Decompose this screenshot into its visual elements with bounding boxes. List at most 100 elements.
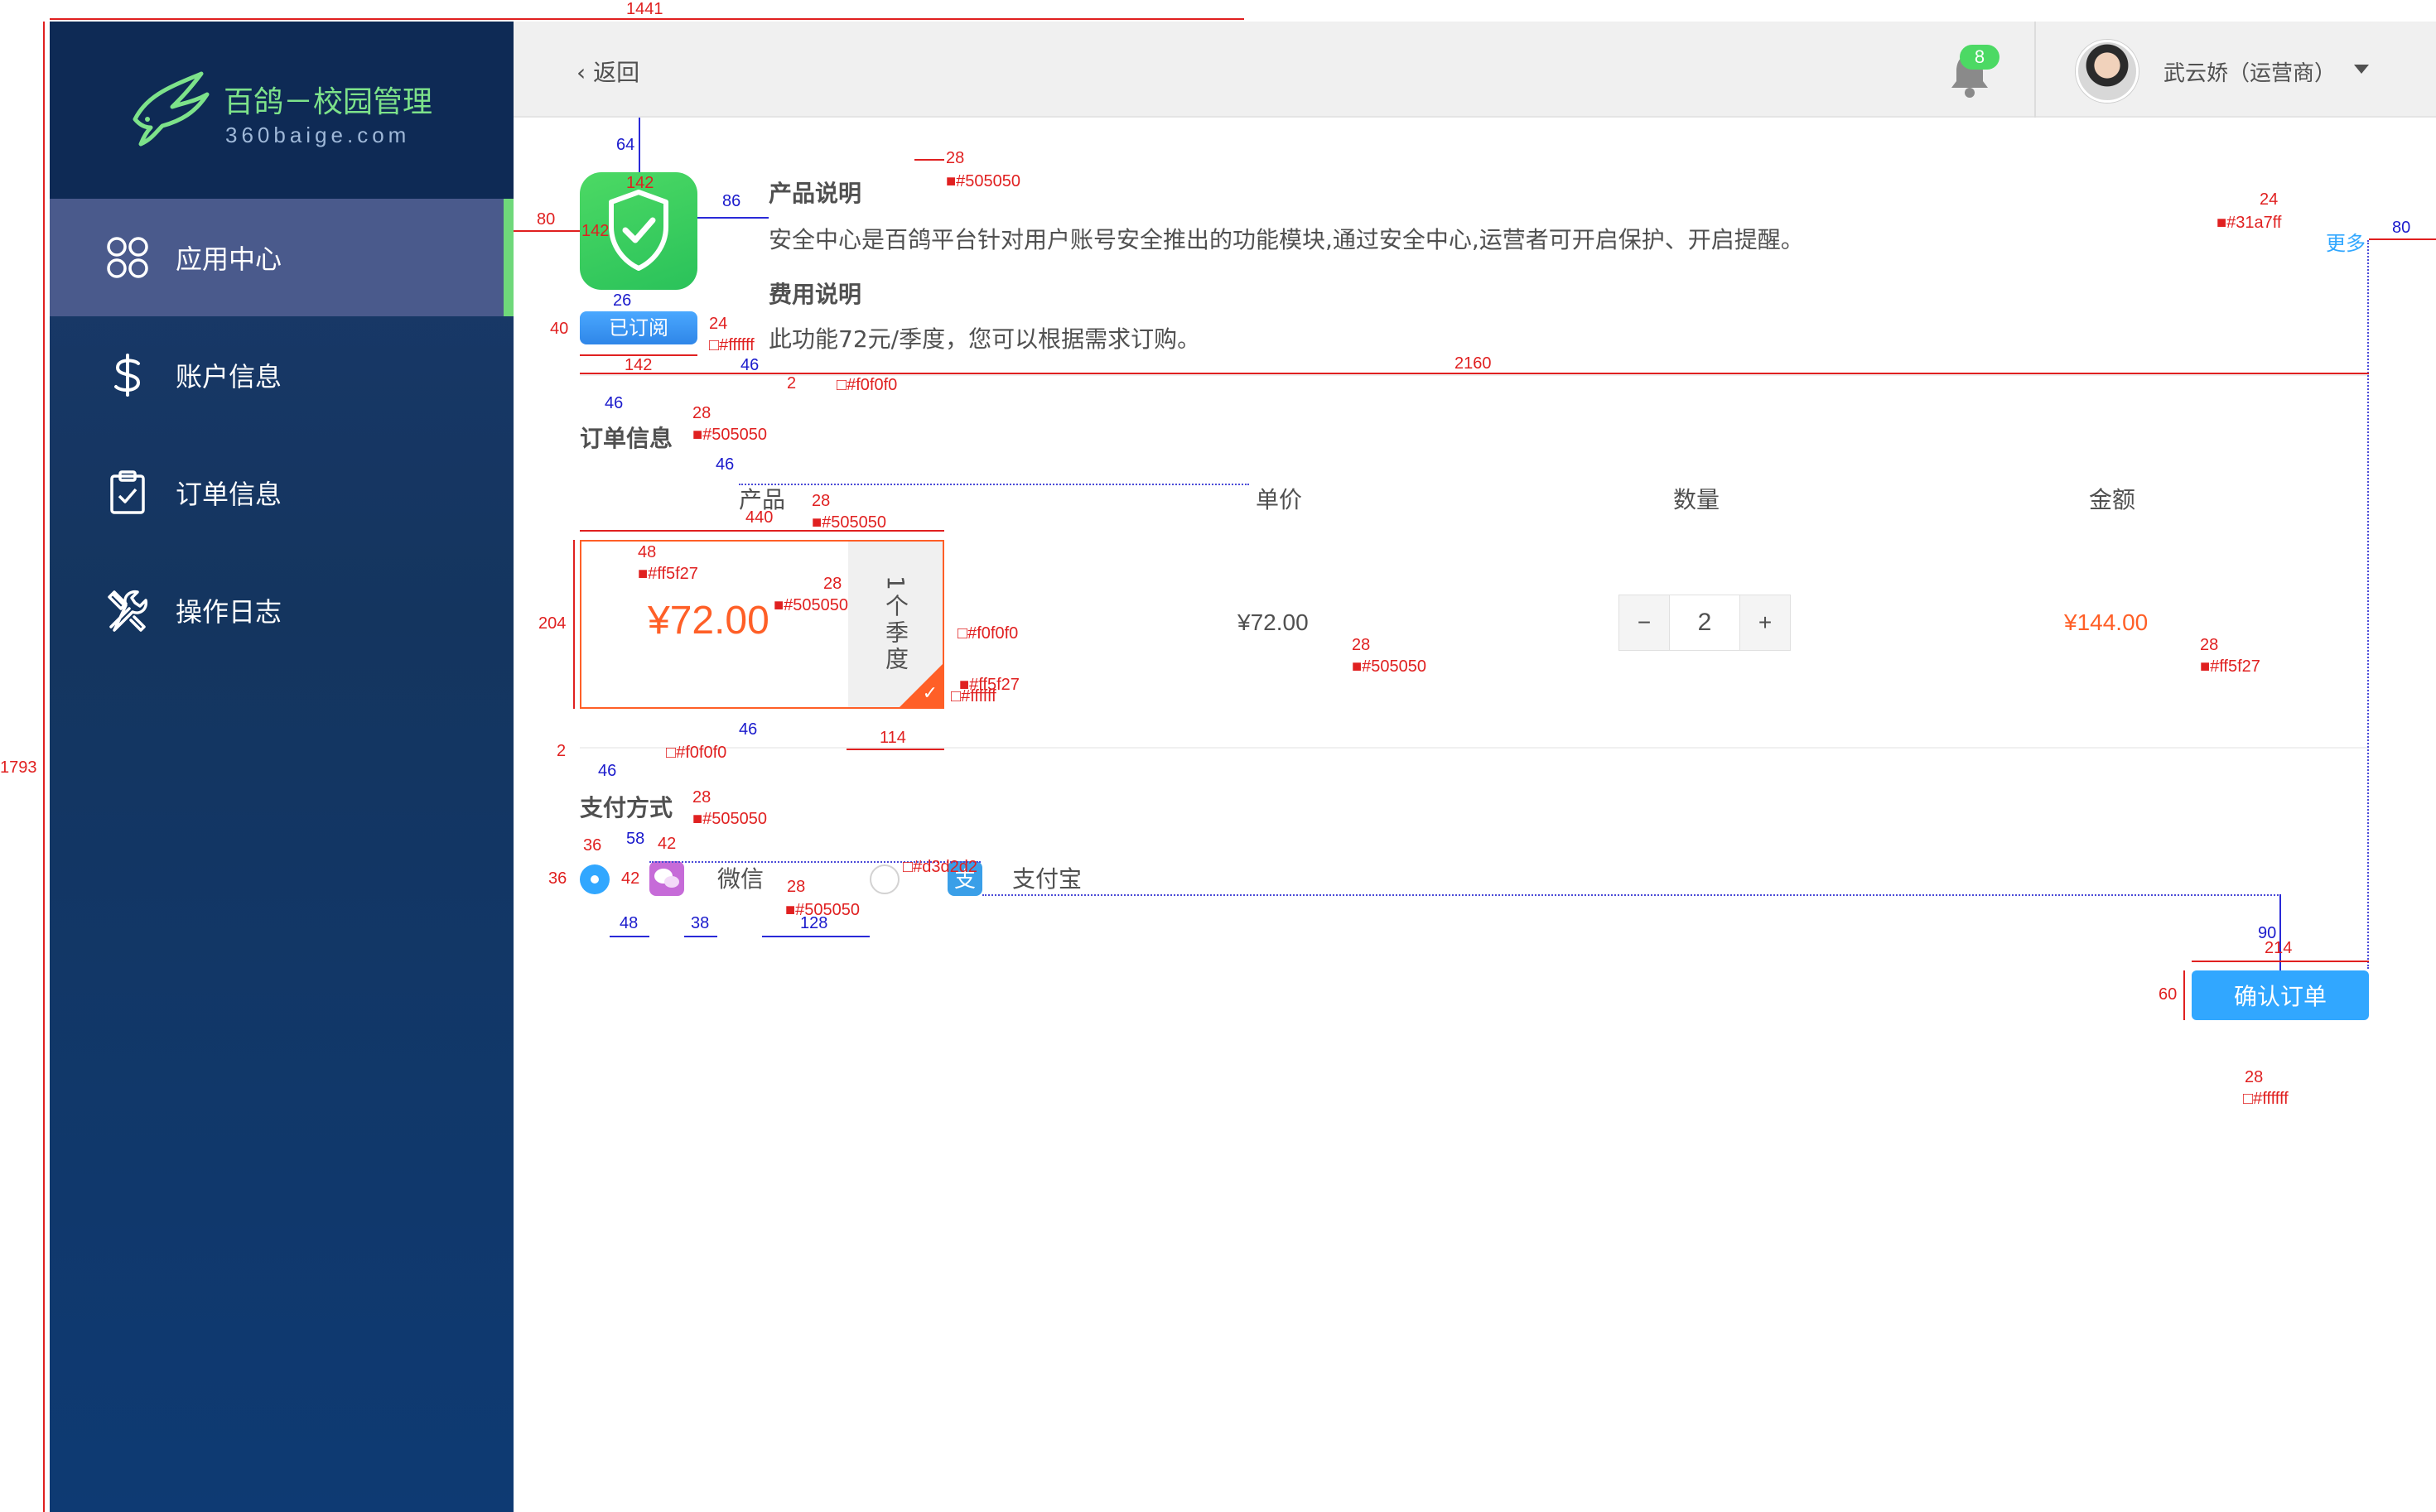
ann-col-size: 28 bbox=[812, 492, 831, 510]
fee-text: 此功能72元/季度，您可以根据需求订购。 bbox=[769, 325, 1201, 353]
ann-card-gap: 46 bbox=[739, 720, 758, 739]
ann-more-right: 80 bbox=[2392, 219, 2411, 237]
ann-more-color: ■#31a7ff bbox=[2217, 214, 2282, 232]
ann-order-title-color: ■#505050 bbox=[692, 426, 767, 444]
order-section-title: 订单信息 bbox=[580, 425, 673, 452]
pay-label-alipay[interactable]: 支付宝 bbox=[1012, 861, 1082, 894]
ann-amount-size: 28 bbox=[2200, 636, 2219, 654]
product-option-card[interactable]: ¥72.00 1个季度 ✓ bbox=[580, 540, 944, 709]
ann-sep2-height: 2 bbox=[557, 742, 567, 760]
more-link[interactable]: 更多 bbox=[2326, 227, 2366, 256]
ann-btn-font: 24 bbox=[709, 315, 728, 333]
ann-period-size: 28 bbox=[823, 575, 842, 593]
ann-icon-gap: 86 bbox=[722, 192, 741, 210]
ann-sep-width: 2160 bbox=[1454, 354, 1492, 373]
subscribed-button[interactable]: 已订阅 bbox=[580, 311, 697, 344]
line-period-width bbox=[847, 749, 944, 750]
ann-pay-title-color: ■#505050 bbox=[692, 810, 767, 828]
app-grid-icon bbox=[103, 233, 152, 282]
line-confirm-width bbox=[2192, 961, 2369, 962]
avatar[interactable] bbox=[2076, 40, 2139, 103]
ann-price-color: ■#ff5f27 bbox=[638, 565, 698, 583]
ann-col-gap: 46 bbox=[716, 455, 735, 474]
sidebar-item-label: 账户信息 bbox=[176, 361, 282, 392]
ann-order-gap: 46 bbox=[605, 394, 624, 412]
logo-title: 百鸽－校园管理 bbox=[224, 85, 433, 119]
ann-confirm-width: 214 bbox=[2265, 939, 2293, 957]
back-label: 返回 bbox=[593, 59, 640, 86]
header-divider bbox=[2034, 22, 2036, 118]
col-quantity: 数量 bbox=[1673, 486, 1720, 513]
ann-radio-size-v: 36 bbox=[548, 869, 567, 888]
chevron-down-icon[interactable] bbox=[2354, 65, 2369, 74]
ann-amount-color: ■#ff5f27 bbox=[2200, 657, 2260, 676]
ann-wechat-icon-size: 42 bbox=[658, 835, 677, 853]
line-confirm-gap bbox=[2279, 894, 2281, 970]
ann-label-width: 128 bbox=[800, 914, 828, 932]
line-card-height bbox=[573, 540, 575, 709]
plus-button[interactable]: + bbox=[1740, 595, 1790, 650]
tools-icon bbox=[103, 585, 152, 635]
line-icon-left bbox=[514, 230, 580, 232]
ann-title-size: 28 bbox=[946, 149, 965, 167]
more-label: 更多 bbox=[2326, 232, 2366, 255]
ann-confirm-font: 28 bbox=[2245, 1068, 2264, 1086]
line-more-right bbox=[2369, 238, 2436, 240]
ann-pay-gap: 46 bbox=[598, 762, 617, 780]
ann-card-width: 440 bbox=[745, 508, 774, 527]
ann-total-height: 1793 bbox=[0, 758, 37, 777]
confirm-order-button[interactable]: 确认订单 bbox=[2192, 970, 2369, 1020]
back-button[interactable]: ‹ 返回 bbox=[576, 55, 639, 88]
ann-icon-size: 142 bbox=[626, 174, 654, 192]
sidebar-item-account[interactable]: 账户信息 bbox=[50, 316, 514, 434]
line-card-width bbox=[580, 530, 944, 532]
ann-period-color: ■#505050 bbox=[774, 596, 848, 614]
ann-corner-tick: □#ffffff bbox=[951, 687, 996, 705]
radio-wechat[interactable] bbox=[580, 864, 610, 894]
sidebar-item-label: 操作日志 bbox=[176, 596, 282, 628]
line-gap48 bbox=[610, 936, 649, 937]
clipboard-check-icon bbox=[103, 468, 152, 518]
logo-bird-icon bbox=[133, 71, 210, 147]
sidebar: 百鸽－校园管理 360baige.com 应用中心 账户信息 订单信息 操作日志 bbox=[50, 22, 514, 1512]
col-amount: 金额 bbox=[2089, 486, 2136, 513]
line-gap38 bbox=[684, 936, 717, 937]
notification-badge: 8 bbox=[1960, 45, 1999, 70]
logo-subtitle: 360baige.com bbox=[225, 123, 411, 147]
sidebar-item-orders[interactable]: 订单信息 bbox=[50, 434, 514, 551]
ann-card-border: □#f0f0f0 bbox=[958, 624, 1019, 643]
ann-pay-title-size: 28 bbox=[692, 788, 712, 807]
ann-btn-color: □#ffffff bbox=[709, 336, 755, 354]
line-label-width bbox=[762, 936, 870, 937]
product-intro-text: 安全中心是百鸽平台针对用户账号安全推出的功能模块,通过安全中心,运营者可开启保护… bbox=[769, 226, 1804, 253]
quantity-value[interactable]: 2 bbox=[1669, 595, 1740, 650]
sidebar-item-label: 应用中心 bbox=[176, 243, 282, 275]
top-header: ‹ 返回 8 武云娇（运营商） bbox=[514, 22, 2436, 118]
ann-wechat-icon-size-v: 42 bbox=[621, 869, 640, 888]
ann-title-color: ■#505050 bbox=[946, 172, 1020, 190]
ann-confirm-color: □#ffffff bbox=[2243, 1090, 2289, 1108]
ann-sep-height: 2 bbox=[787, 374, 797, 392]
ann-order-title-size: 28 bbox=[692, 404, 712, 422]
logo-area: 百鸽－校园管理 360baige.com bbox=[50, 22, 514, 199]
sidebar-item-logs[interactable]: 操作日志 bbox=[50, 551, 514, 669]
amount-total: ¥144.00 bbox=[2064, 609, 2149, 635]
ann-more-size: 24 bbox=[2260, 190, 2279, 209]
product-price: ¥72.00 bbox=[648, 599, 769, 643]
ann-radio-gap: 58 bbox=[626, 830, 645, 848]
user-name[interactable]: 武云娇（运营商） bbox=[2163, 56, 2336, 87]
ann-gap48: 48 bbox=[620, 914, 639, 932]
check-icon: ✓ bbox=[922, 683, 938, 704]
payment-section-title: 支付方式 bbox=[580, 794, 673, 821]
line-title-ann bbox=[914, 159, 944, 161]
chevron-left-icon: ‹ bbox=[576, 59, 586, 86]
ann-sep2-color: □#f0f0f0 bbox=[666, 744, 727, 762]
ann-icon-left: 80 bbox=[537, 210, 556, 229]
ann-period-width: 114 bbox=[880, 729, 906, 747]
line-confirm-height bbox=[2183, 970, 2185, 1020]
pay-label-wechat[interactable]: 微信 bbox=[717, 861, 764, 894]
sidebar-item-app-center[interactable]: 应用中心 bbox=[50, 199, 514, 316]
minus-button[interactable]: − bbox=[1619, 595, 1669, 650]
radio-alipay[interactable] bbox=[870, 864, 900, 894]
ann-gap38: 38 bbox=[691, 914, 710, 932]
